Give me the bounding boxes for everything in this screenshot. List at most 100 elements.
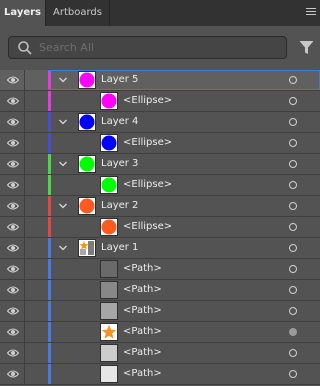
chevron-down-icon[interactable]: [58, 202, 68, 210]
eye-icon[interactable]: [7, 138, 19, 148]
sublayer-row[interactable]: <Ellipse>: [0, 133, 320, 154]
visibility-toggle[interactable]: [0, 133, 25, 153]
sublayer-row[interactable]: <Path>: [0, 364, 320, 385]
tab-layers[interactable]: Layers: [0, 0, 45, 26]
eye-icon[interactable]: [7, 264, 19, 274]
chevron-down-icon[interactable]: [58, 244, 68, 252]
lock-toggle[interactable]: [25, 217, 47, 237]
target-circle-icon[interactable]: [289, 244, 297, 252]
layer-thumbnail: [100, 344, 118, 362]
target-circle-icon[interactable]: [289, 76, 297, 84]
sublayer-name: <Path>: [123, 326, 162, 337]
layer-name: Layer 5: [101, 74, 139, 85]
sublayer-row[interactable]: <Ellipse>: [0, 91, 320, 112]
lock-toggle[interactable]: [25, 343, 47, 363]
layer-color-bar: [48, 133, 51, 153]
eye-icon[interactable]: [7, 117, 19, 127]
visibility-toggle[interactable]: [0, 364, 25, 384]
layer-thumbnail: [78, 71, 96, 89]
visibility-toggle[interactable]: [0, 322, 25, 342]
sublayer-name: <Ellipse>: [123, 95, 173, 106]
lock-toggle[interactable]: [25, 112, 47, 132]
path-swatch-icon: [101, 303, 117, 319]
chevron-down-icon[interactable]: [58, 160, 68, 168]
eye-icon[interactable]: [7, 243, 19, 253]
visibility-toggle[interactable]: [0, 112, 25, 132]
target-circle-icon[interactable]: [289, 139, 297, 147]
target-circle-icon[interactable]: [289, 181, 297, 189]
lock-toggle[interactable]: [25, 175, 47, 195]
lock-toggle[interactable]: [25, 238, 47, 258]
visibility-toggle[interactable]: [0, 217, 25, 237]
layer-thumbnail: [100, 281, 118, 299]
target-circle-icon[interactable]: [289, 265, 297, 273]
lock-toggle[interactable]: [25, 280, 47, 300]
lock-toggle[interactable]: [25, 70, 47, 90]
target-circle-icon[interactable]: [289, 370, 297, 378]
sublayer-row[interactable]: <Path>: [0, 280, 320, 301]
eye-icon[interactable]: [7, 306, 19, 316]
target-circle-icon[interactable]: [289, 286, 297, 294]
search-input[interactable]: [39, 37, 279, 58]
eye-icon[interactable]: [7, 369, 19, 379]
layer-row[interactable]: Layer 5: [0, 70, 320, 91]
path-swatch-icon: [101, 282, 117, 298]
sublayer-row[interactable]: <Path>: [0, 301, 320, 322]
eye-icon[interactable]: [7, 327, 19, 337]
layer-name: Layer 3: [101, 158, 139, 169]
target-circle-icon[interactable]: [289, 307, 297, 315]
visibility-toggle[interactable]: [0, 70, 25, 90]
target-circle-icon[interactable]: [289, 160, 297, 168]
filter-icon[interactable]: [299, 40, 314, 55]
lock-toggle[interactable]: [25, 91, 47, 111]
visibility-toggle[interactable]: [0, 91, 25, 111]
search-box[interactable]: [8, 36, 287, 59]
sublayer-row[interactable]: <Ellipse>: [0, 217, 320, 238]
target-circle-icon[interactable]: [289, 202, 297, 210]
eye-icon[interactable]: [7, 285, 19, 295]
eye-icon[interactable]: [7, 96, 19, 106]
layer-row[interactable]: Layer 2: [0, 196, 320, 217]
chevron-down-icon[interactable]: [58, 76, 68, 84]
eye-icon[interactable]: [7, 201, 19, 211]
lock-toggle[interactable]: [25, 133, 47, 153]
eye-icon[interactable]: [7, 222, 19, 232]
lock-toggle[interactable]: [25, 259, 47, 279]
layer-row[interactable]: Layer 3: [0, 154, 320, 175]
target-circle-icon[interactable]: [289, 118, 297, 126]
sublayer-row[interactable]: <Ellipse>: [0, 175, 320, 196]
layer-row[interactable]: Layer 4: [0, 112, 320, 133]
lock-toggle[interactable]: [25, 322, 47, 342]
visibility-toggle[interactable]: [0, 238, 25, 258]
chevron-down-icon[interactable]: [58, 118, 68, 126]
layer-thumbnail: [78, 197, 96, 215]
eye-icon[interactable]: [7, 180, 19, 190]
visibility-toggle[interactable]: [0, 175, 25, 195]
ellipse-icon: [79, 114, 95, 130]
panel-menu-icon[interactable]: [304, 6, 318, 20]
sublayer-row[interactable]: <Path>: [0, 322, 320, 343]
sublayer-row[interactable]: <Path>: [0, 343, 320, 364]
target-circle-icon[interactable]: [289, 349, 297, 357]
layer-thumbnail: [100, 134, 118, 152]
target-circle-icon[interactable]: [289, 97, 297, 105]
eye-icon[interactable]: [7, 348, 19, 358]
sublayer-name: <Path>: [123, 263, 162, 274]
target-circle-icon[interactable]: [289, 223, 297, 231]
lock-toggle[interactable]: [25, 364, 47, 384]
lock-toggle[interactable]: [25, 154, 47, 174]
visibility-toggle[interactable]: [0, 280, 25, 300]
target-circle-icon[interactable]: [289, 328, 297, 336]
lock-toggle[interactable]: [25, 301, 47, 321]
lock-toggle[interactable]: [25, 196, 47, 216]
eye-icon[interactable]: [7, 159, 19, 169]
tab-artboards[interactable]: Artboards: [45, 0, 110, 26]
layer-row[interactable]: Layer 1: [0, 238, 320, 259]
visibility-toggle[interactable]: [0, 259, 25, 279]
eye-icon[interactable]: [7, 75, 19, 85]
visibility-toggle[interactable]: [0, 343, 25, 363]
sublayer-row[interactable]: <Path>: [0, 259, 320, 280]
visibility-toggle[interactable]: [0, 154, 25, 174]
visibility-toggle[interactable]: [0, 301, 25, 321]
visibility-toggle[interactable]: [0, 196, 25, 216]
